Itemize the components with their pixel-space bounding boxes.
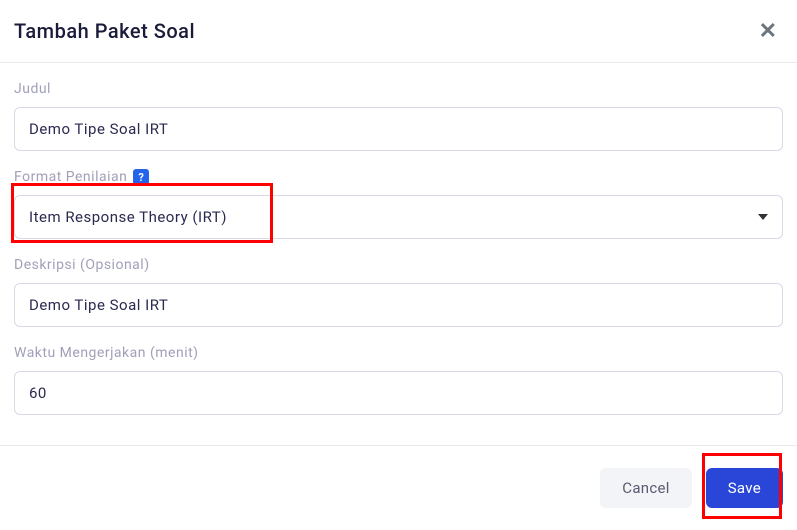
field-format-penilaian: Format Penilaian ? Item Response Theory …	[14, 169, 783, 239]
judul-label: Judul	[14, 81, 783, 97]
save-button[interactable]: Save	[706, 468, 783, 508]
help-icon[interactable]: ?	[133, 169, 149, 185]
waktu-input[interactable]	[14, 371, 783, 415]
field-judul: Judul	[14, 81, 783, 151]
close-button[interactable]: ✕	[753, 18, 783, 44]
format-label-row: Format Penilaian ?	[14, 169, 783, 185]
field-waktu: Waktu Mengerjakan (menit)	[14, 345, 783, 415]
format-select[interactable]: Item Response Theory (IRT)	[14, 195, 783, 239]
modal-title: Tambah Paket Soal	[14, 19, 195, 43]
modal-footer: Cancel Save	[0, 445, 797, 530]
format-label: Format Penilaian	[14, 169, 127, 185]
judul-input[interactable]	[14, 107, 783, 151]
cancel-button[interactable]: Cancel	[600, 468, 691, 508]
modal-dialog: Tambah Paket Soal ✕ Judul Format Penilai…	[0, 0, 797, 530]
close-icon: ✕	[759, 18, 777, 43]
deskripsi-label: Deskripsi (Opsional)	[14, 257, 783, 273]
deskripsi-input[interactable]	[14, 283, 783, 327]
modal-body: Judul Format Penilaian ? Item Response T…	[0, 63, 797, 445]
waktu-label: Waktu Mengerjakan (menit)	[14, 345, 783, 361]
field-deskripsi: Deskripsi (Opsional)	[14, 257, 783, 327]
modal-header: Tambah Paket Soal ✕	[0, 0, 797, 63]
